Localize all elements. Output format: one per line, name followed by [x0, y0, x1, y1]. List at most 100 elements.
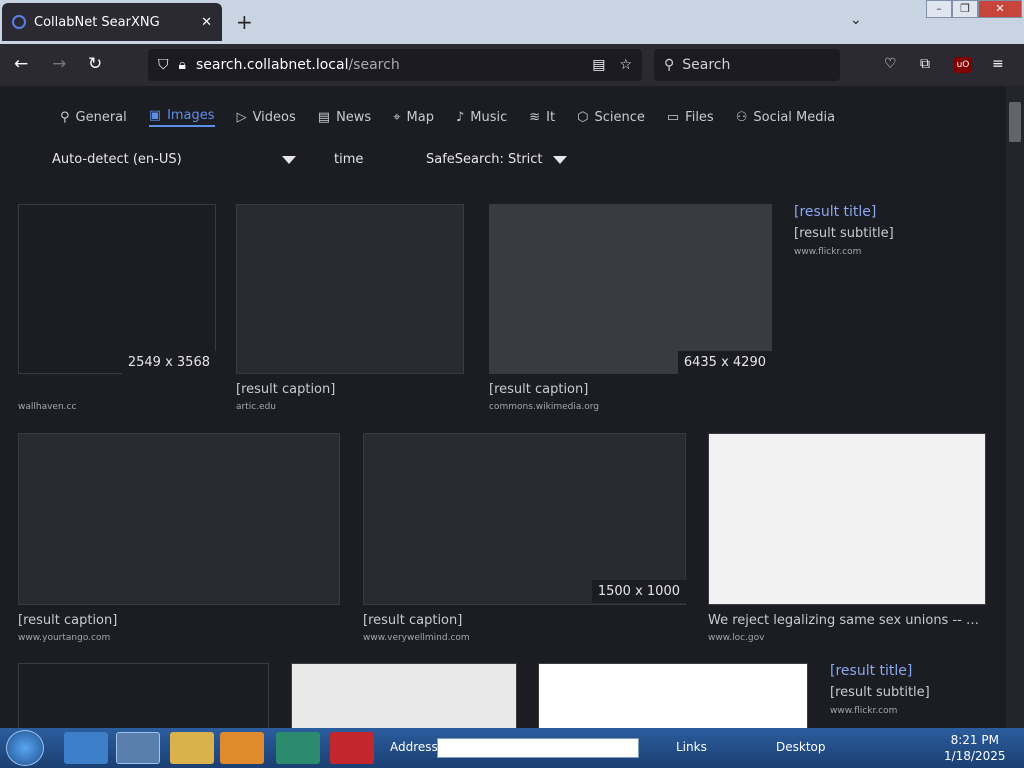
- safesearch-select[interactable]: SafeSearch: Strict: [426, 152, 567, 167]
- image-result[interactable]: We reject legalizing same sex unions -- …: [708, 433, 986, 645]
- result-thumbnail[interactable]: [236, 204, 464, 374]
- side-result-title[interactable]: [result title]: [794, 204, 994, 220]
- firefox-icon[interactable]: [116, 732, 160, 764]
- image-result[interactable]: [291, 663, 517, 728]
- taskbar: Address Links Desktop 8:21 PM 1/18/2025: [0, 728, 1024, 768]
- extensions-icon[interactable]: ⧉: [920, 56, 930, 72]
- start-button[interactable]: [6, 730, 44, 766]
- tab-social-media[interactable]: ⚇ Social Media: [736, 108, 835, 127]
- minimize-button[interactable]: –: [926, 0, 952, 18]
- bookmark-star-icon[interactable]: ☆: [619, 57, 632, 73]
- result-caption[interactable]: We reject legalizing same sex unions -- …: [708, 613, 986, 628]
- address-input[interactable]: [437, 738, 639, 758]
- image-result[interactable]: [result caption] artic.edu: [236, 204, 464, 414]
- forward-button[interactable]: →: [52, 54, 66, 74]
- desktop-toolbar[interactable]: Desktop: [776, 740, 826, 754]
- result-thumbnail[interactable]: [18, 433, 340, 605]
- clock-date: 1/18/2025: [944, 749, 1006, 763]
- close-tab-icon[interactable]: ✕: [201, 15, 212, 30]
- side-result-domain[interactable]: www.flickr.com: [830, 706, 1000, 716]
- tab-images[interactable]: ▣ Images: [148, 108, 215, 127]
- tab-it[interactable]: ≋ It: [529, 108, 555, 127]
- pocket-icon[interactable]: ♡: [884, 56, 897, 72]
- tab-science[interactable]: ⬡ Science: [577, 108, 645, 127]
- tab-label: Science: [594, 110, 645, 125]
- list-tabs-icon[interactable]: ⌄: [850, 12, 862, 28]
- search-box[interactable]: ⚲ Search: [654, 49, 840, 81]
- result-thumbnail[interactable]: [538, 663, 808, 728]
- news-icon: ▤: [317, 110, 331, 125]
- side-result-domain[interactable]: www.flickr.com: [794, 247, 994, 257]
- maximize-button[interactable]: ❐: [952, 0, 978, 18]
- tab-map[interactable]: ⌖ Map: [393, 108, 434, 127]
- language-value: Auto-detect (en-US): [52, 152, 182, 167]
- side-result[interactable]: [result title] [result subtitle] www.fli…: [830, 663, 1000, 716]
- search-icon: ⚲: [60, 110, 70, 125]
- result-caption[interactable]: [result caption]: [363, 613, 686, 628]
- internet-explorer-icon[interactable]: [64, 732, 108, 764]
- system-clock[interactable]: 8:21 PM 1/18/2025: [944, 732, 1006, 764]
- reader-view-icon[interactable]: ▤: [592, 57, 605, 73]
- reload-button[interactable]: ↻: [88, 54, 102, 74]
- tab-label: Social Media: [753, 110, 836, 125]
- scrollbar-thumb[interactable]: [1009, 102, 1021, 142]
- result-domain[interactable]: artic.edu: [236, 402, 276, 412]
- back-button[interactable]: ←: [14, 54, 28, 74]
- result-thumbnail[interactable]: [291, 663, 517, 728]
- image-result[interactable]: [result caption] www.yourtango.com: [18, 433, 340, 645]
- result-caption[interactable]: [result caption]: [236, 382, 464, 397]
- result-caption[interactable]: [result caption]: [489, 382, 772, 397]
- result-domain[interactable]: commons.wikimedia.org: [489, 402, 599, 412]
- search-icon: ⚲: [664, 57, 675, 73]
- chevron-down-icon: [552, 155, 567, 164]
- chat-app-icon[interactable]: [276, 732, 320, 764]
- url-bar[interactable]: ⛉ 🔒︎ search.collabnet.local /search ▤ ☆: [148, 49, 642, 81]
- result-domain[interactable]: www.verywellmind.com: [363, 633, 470, 643]
- tab-label: Map: [406, 110, 434, 125]
- image-icon: ▣: [148, 108, 162, 123]
- result-domain[interactable]: wallhaven.cc: [18, 402, 76, 412]
- page-scrollbar[interactable]: [1006, 86, 1024, 728]
- layers-icon: ≋: [529, 110, 541, 125]
- side-result[interactable]: [result title] [result subtitle] www.fli…: [794, 204, 994, 257]
- resolution-badge: 2549 x 3568: [121, 351, 216, 374]
- tab-label: Images: [167, 108, 215, 123]
- image-result[interactable]: 2549 x 3568 wallhaven.cc: [18, 204, 216, 414]
- tab-news[interactable]: ▤ News: [318, 108, 371, 127]
- url-host: search.collabnet.local: [195, 57, 349, 73]
- result-caption[interactable]: [result caption]: [18, 613, 340, 628]
- image-result[interactable]: [538, 663, 808, 728]
- language-select[interactable]: Auto-detect (en-US): [52, 152, 296, 167]
- image-result[interactable]: 1500 x 1000 [result caption] www.verywel…: [363, 433, 686, 645]
- tab-general[interactable]: ⚲ General: [60, 108, 127, 127]
- tab-videos[interactable]: ▷ Videos: [237, 108, 296, 127]
- links-toolbar[interactable]: Links: [676, 740, 707, 754]
- browser-tab[interactable]: CollabNet SearXNG ✕: [2, 3, 222, 41]
- time-range-select[interactable]: time: [334, 152, 363, 167]
- media-player-icon[interactable]: [220, 732, 264, 764]
- result-thumbnail[interactable]: [18, 663, 269, 728]
- safesearch-value: SafeSearch: Strict: [426, 152, 543, 167]
- result-domain[interactable]: www.loc.gov: [708, 633, 764, 643]
- result-thumbnail[interactable]: [18, 204, 216, 374]
- music-icon: ♪: [455, 110, 465, 125]
- side-result-title[interactable]: [result title]: [830, 663, 1000, 679]
- tab-files[interactable]: ▭ Files: [667, 108, 714, 127]
- address-label: Address: [390, 740, 438, 754]
- image-result[interactable]: 6435 x 4290 [result caption] commons.wik…: [489, 204, 772, 414]
- result-domain[interactable]: www.yourtango.com: [18, 633, 110, 643]
- result-thumbnail[interactable]: [489, 204, 772, 374]
- image-result[interactable]: [18, 663, 269, 728]
- shield-icon[interactable]: ⛉: [158, 57, 169, 73]
- tab-music[interactable]: ♪ Music: [456, 108, 507, 127]
- window-controls: – ❐ ✕: [926, 0, 1022, 18]
- lock-icon[interactable]: 🔒︎: [179, 57, 186, 73]
- opera-icon[interactable]: [330, 732, 374, 764]
- new-tab-button[interactable]: +: [236, 10, 253, 34]
- tab-label: Videos: [252, 110, 296, 125]
- result-thumbnail[interactable]: [708, 433, 986, 605]
- file-explorer-icon[interactable]: [170, 732, 214, 764]
- close-window-button[interactable]: ✕: [978, 0, 1022, 18]
- menu-icon[interactable]: ≡: [992, 56, 1004, 72]
- ublock-icon[interactable]: uO: [954, 57, 972, 73]
